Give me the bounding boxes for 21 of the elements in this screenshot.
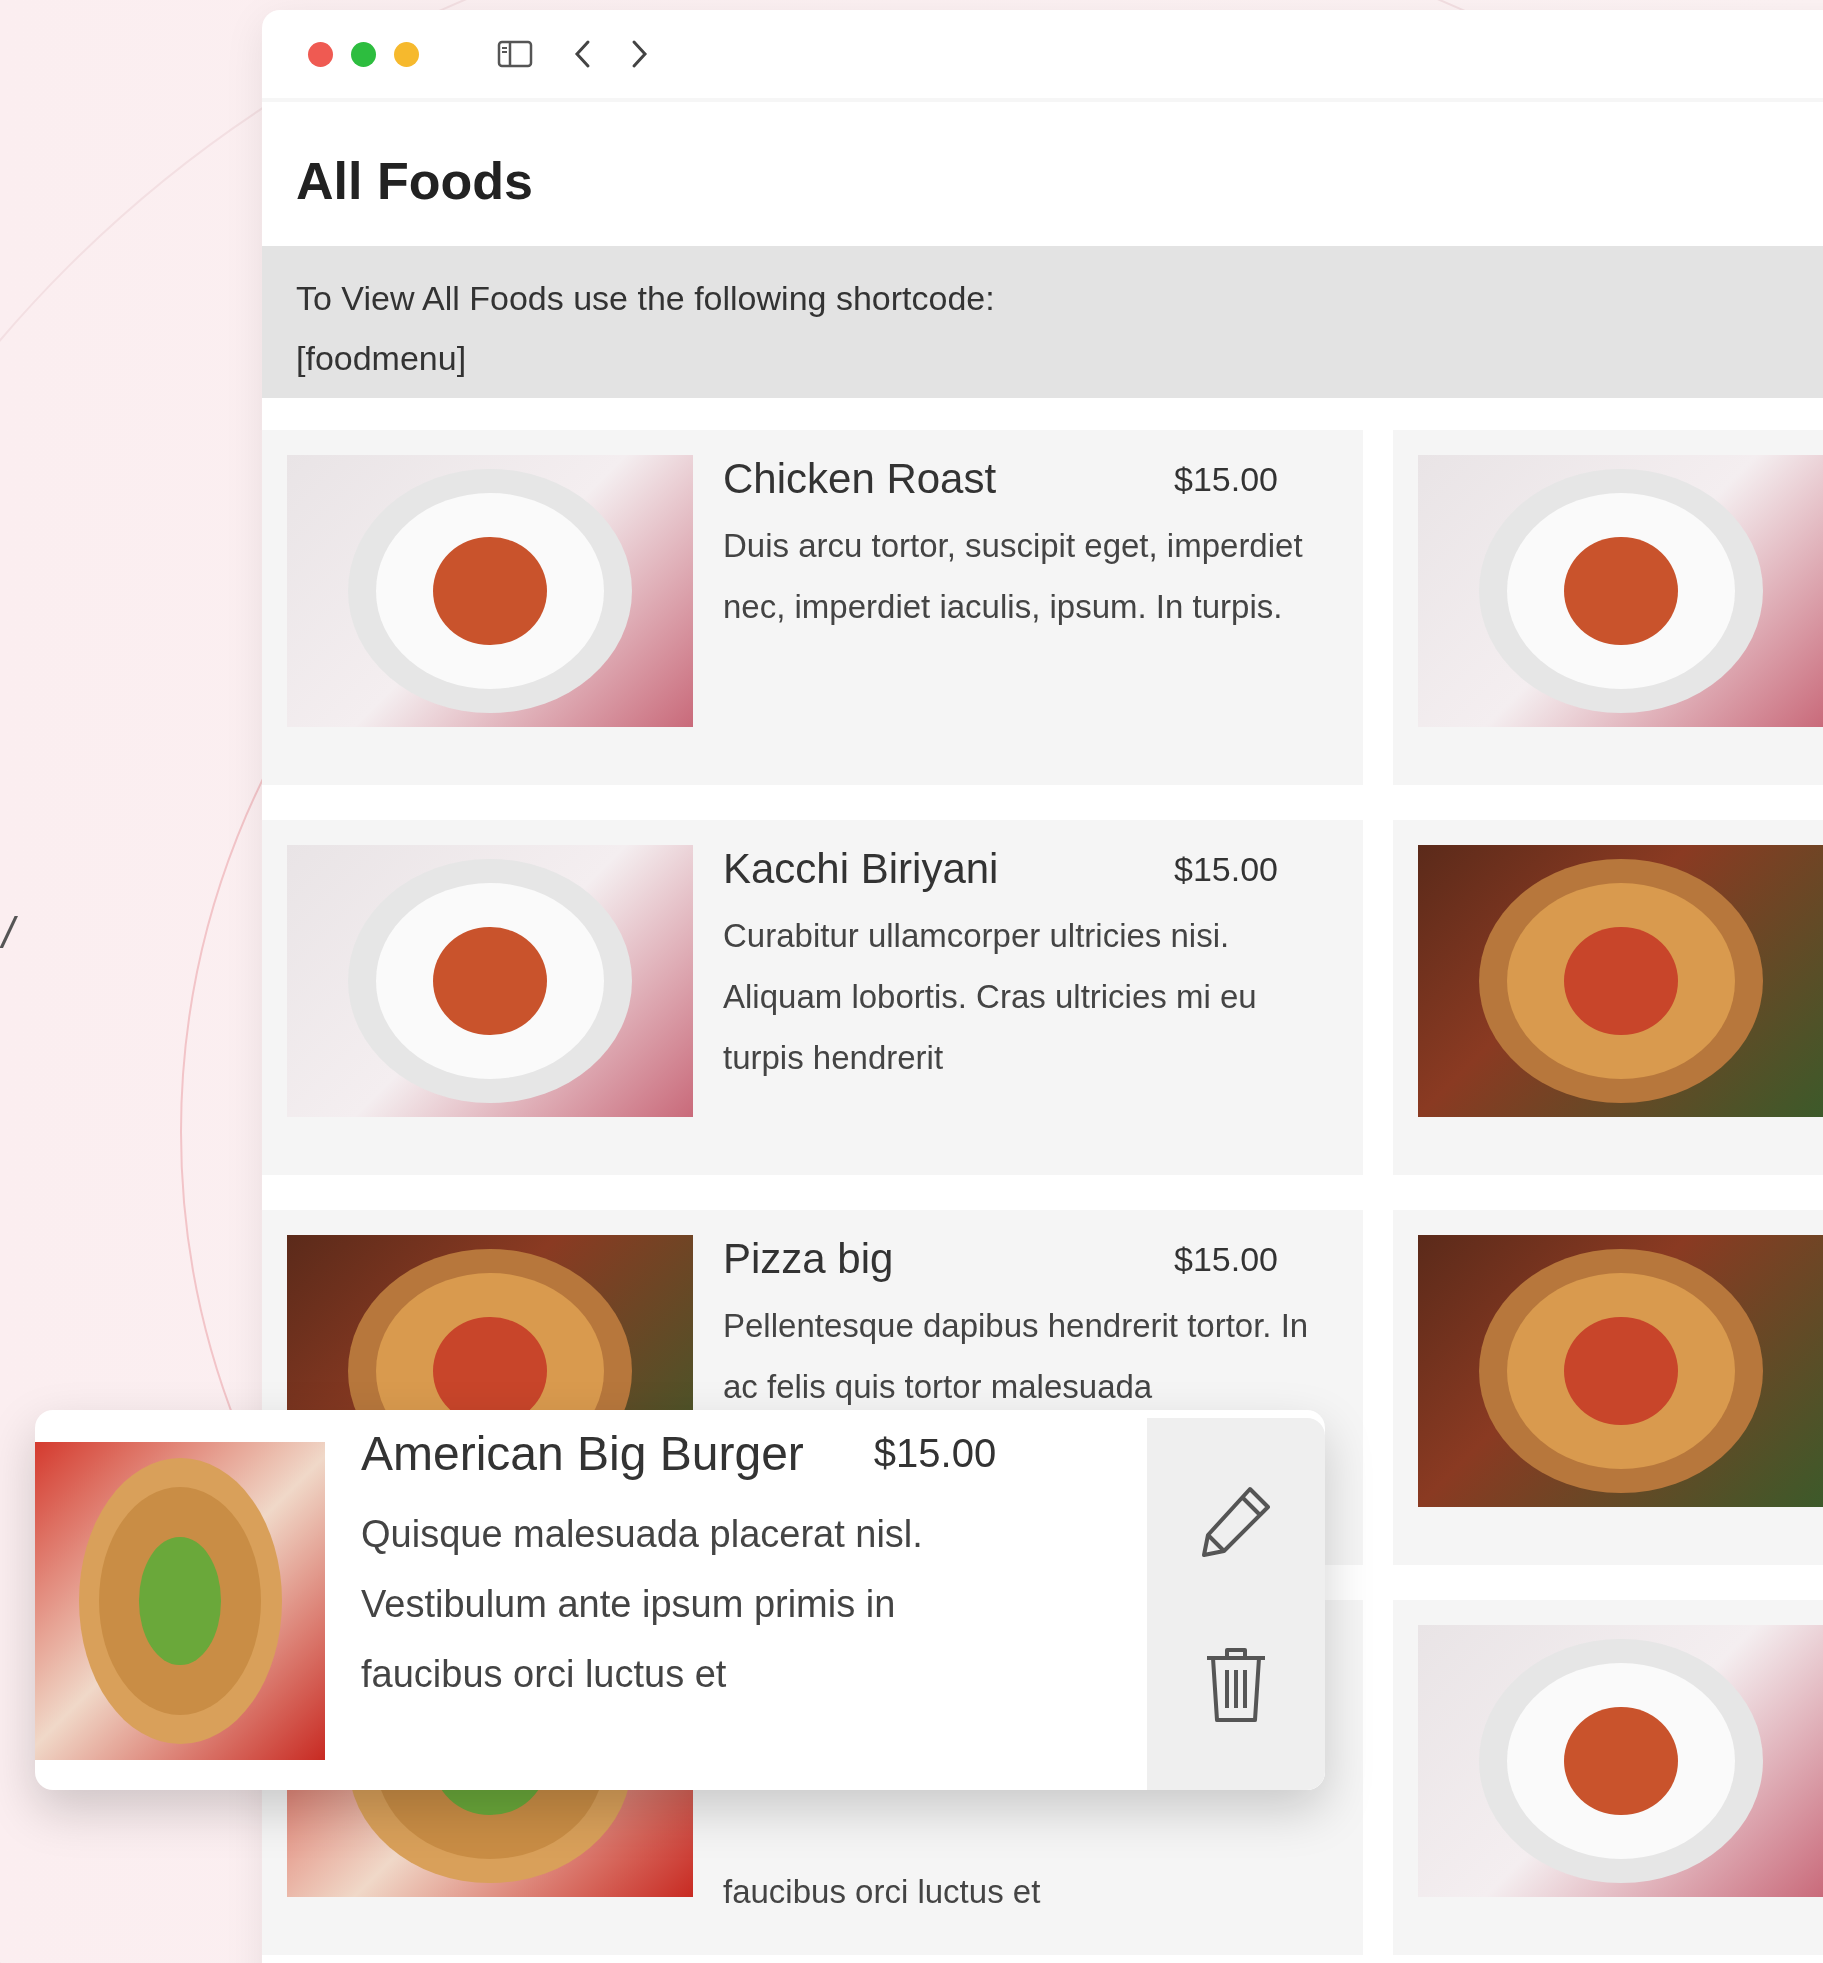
back-icon[interactable] bbox=[573, 39, 591, 69]
close-button[interactable] bbox=[308, 41, 333, 67]
food-title: American Big Burger bbox=[361, 1426, 804, 1481]
food-description: Duis arcu tortor, suscipit eget, imperdiet nec, imperdiet iaculis, ipsum. In turpis. bbox=[723, 526, 1304, 627]
forward-icon[interactable] bbox=[631, 39, 649, 69]
shortcode-text: [foodmenu] bbox=[296, 338, 467, 379]
food-description: Pellentesque dapibus hendrerit tortor. In ac felis quis tortor malesuada bbox=[723, 1306, 1310, 1407]
decor-text: / bbox=[2, 905, 21, 961]
food-description: Quisque malesuada placerat nisl. Vestibulum ante ipsum primis in faucibus orci luctus et bbox=[361, 1512, 924, 1697]
food-description: Curabitur ullamcorper ultricies nisi. Aliquam lobortis. Cras ultricies mi eu turpis hendrerit bbox=[723, 916, 1258, 1078]
page-title: All Foods bbox=[295, 151, 534, 212]
sidebar-icon[interactable] bbox=[497, 40, 533, 68]
food-price: $15.00 bbox=[1174, 459, 1278, 499]
food-price: $15.00 bbox=[1174, 849, 1278, 889]
food-title: Kacchi Biriyani bbox=[723, 845, 999, 893]
food-price: $15.00 bbox=[1174, 1239, 1278, 1279]
food-title: Pizza big bbox=[723, 1235, 894, 1283]
food-description: faucibus orci luctus et bbox=[723, 1872, 1042, 1912]
notice-text: To View All Foods use the following shortcode: bbox=[296, 278, 995, 319]
food-price: $15.00 bbox=[873, 1431, 997, 1476]
food-title: Chicken Roast bbox=[723, 455, 997, 503]
